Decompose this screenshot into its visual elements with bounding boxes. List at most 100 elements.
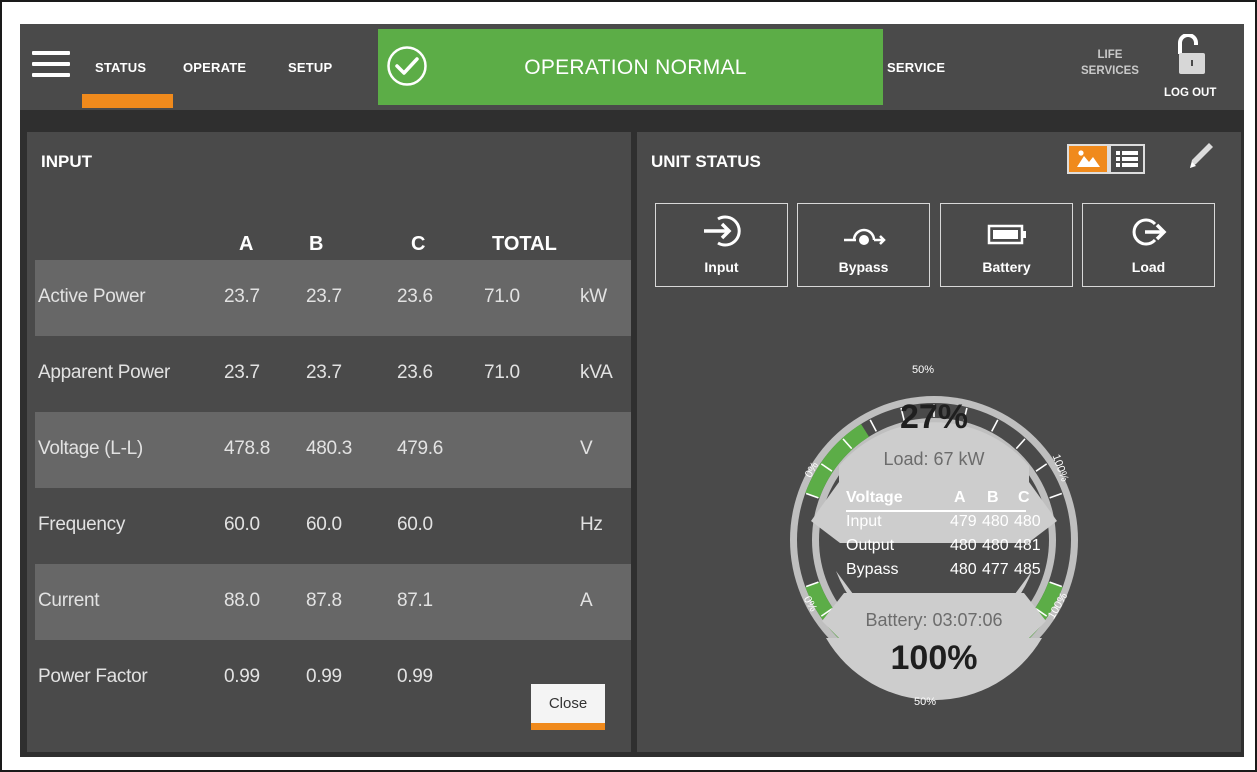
nav-service[interactable]: SERVICE	[887, 60, 945, 75]
voltage-header-label: Voltage	[846, 489, 903, 506]
graph-view-button[interactable]	[1067, 144, 1109, 174]
device-frame: STATUS OPERATE SETUP OPERATION NORMAL SE…	[0, 0, 1257, 772]
cell-b: 60.0	[306, 514, 342, 535]
voltage-header-c: C	[1018, 489, 1030, 506]
scale-label-50-bottom: 50%	[914, 696, 937, 708]
cell-b: 0.99	[306, 666, 342, 687]
panel-title: INPUT	[41, 152, 92, 171]
cell-a: 23.7	[224, 286, 260, 307]
voltage-header-b: B	[987, 489, 999, 506]
button-label: Load	[1131, 259, 1166, 275]
cell-unit: V	[580, 438, 593, 459]
voltage-c: 485	[1014, 561, 1041, 578]
list-view-icon	[1116, 151, 1138, 167]
status-text: OPERATION NORMAL	[524, 56, 747, 79]
input-arrow-icon	[704, 215, 741, 247]
input-button[interactable]: Input	[655, 203, 788, 287]
voltage-row: Input 479 480 480	[846, 513, 1041, 533]
cell-a: 0.99	[224, 666, 260, 687]
voltage-a: 479	[950, 513, 977, 530]
cell-b: 23.7	[306, 362, 342, 383]
button-label: Battery	[982, 259, 1031, 275]
menu-icon[interactable]	[32, 51, 70, 77]
voltage-b: 480	[982, 513, 1009, 530]
cell-total: 71.0	[484, 286, 520, 307]
voltage-row-label: Input	[846, 513, 882, 530]
graph-view-icon	[1077, 150, 1100, 167]
cell-c: 479.6	[397, 438, 444, 459]
scale-label-50-top: 50%	[912, 364, 935, 376]
unlocked-padlock-icon[interactable]	[1175, 34, 1207, 76]
table-row: Current 88.0 87.8 87.1 A	[35, 564, 631, 640]
cell-b: 87.8	[306, 590, 342, 611]
table-row: Voltage (L-L) 478.8 480.3 479.6 V	[35, 412, 631, 488]
cell-c: 87.1	[397, 590, 433, 611]
table-row: Apparent Power 23.7 23.7 23.6 71.0 kVA	[35, 336, 631, 412]
load-arrow-icon	[1132, 218, 1167, 246]
column-header-c: C	[411, 233, 426, 255]
load-battery-gauge: 50% 0% 100% 0% 50% 100% 27% Load: 67 kW …	[784, 346, 1084, 736]
cell-c: 60.0	[397, 514, 433, 535]
cell-a: 60.0	[224, 514, 260, 535]
load-button[interactable]: Load	[1082, 203, 1215, 287]
column-header-b: B	[309, 233, 324, 255]
nav-life-services[interactable]: LIFE SERVICES	[1070, 47, 1150, 79]
panel-title: UNIT STATUS	[651, 152, 761, 171]
row-label: Current	[38, 590, 100, 611]
bypass-button[interactable]: Bypass	[797, 203, 930, 287]
voltage-b: 477	[982, 561, 1009, 578]
cell-b: 480.3	[306, 438, 353, 459]
button-label: Input	[704, 259, 739, 275]
nav-operate[interactable]: OPERATE	[183, 60, 246, 75]
bypass-icon	[844, 228, 886, 245]
cell-total: 71.0	[484, 362, 520, 383]
row-label: Active Power	[38, 286, 146, 307]
voltage-row: Bypass 480 477 485	[846, 561, 1041, 581]
voltage-header-a: A	[954, 489, 966, 506]
voltage-b: 480	[982, 537, 1009, 554]
pencil-icon[interactable]	[1182, 136, 1218, 172]
input-panel: INPUT A B C TOTAL Active Power 23.7 23.7…	[27, 132, 631, 752]
battery-button[interactable]: Battery	[940, 203, 1073, 287]
logout-button[interactable]: LOG OUT	[1164, 87, 1216, 99]
voltage-a: 480	[950, 537, 977, 554]
battery-runtime: Battery: 03:07:06	[865, 610, 1003, 630]
row-label: Voltage (L-L)	[38, 438, 143, 459]
column-header-total: TOTAL	[492, 233, 557, 255]
battery-percent: 100%	[890, 639, 978, 677]
load-kw: Load: 67 kW	[883, 449, 985, 469]
row-label: Frequency	[38, 514, 126, 535]
view-toggle	[1067, 144, 1145, 174]
cell-a: 478.8	[224, 438, 271, 459]
voltage-a: 480	[950, 561, 977, 578]
cell-unit: kW	[580, 286, 607, 307]
cell-c: 23.6	[397, 362, 433, 383]
close-button[interactable]: Close	[531, 684, 605, 730]
unit-status-panel: UNIT STATUS Input Bypass Battery Load 50…	[637, 132, 1241, 752]
cell-a: 88.0	[224, 590, 260, 611]
load-percent: 27%	[899, 398, 969, 436]
voltage-row-label: Bypass	[846, 561, 899, 578]
voltage-c: 480	[1014, 513, 1041, 530]
table-row: Frequency 60.0 60.0 60.0 Hz	[35, 488, 631, 564]
voltage-header: Voltage A B C	[846, 489, 1030, 509]
top-bar: STATUS OPERATE SETUP OPERATION NORMAL SE…	[20, 24, 1244, 110]
cell-unit: Hz	[580, 514, 603, 535]
status-banner[interactable]: OPERATION NORMAL	[378, 29, 883, 105]
battery-icon	[987, 224, 1026, 245]
voltage-row-label: Output	[846, 537, 895, 554]
nav-setup[interactable]: SETUP	[288, 60, 332, 75]
list-view-button[interactable]	[1109, 144, 1145, 174]
row-label: Power Factor	[38, 666, 148, 687]
column-header-a: A	[239, 233, 254, 255]
button-label: Bypass	[838, 259, 889, 275]
cell-a: 23.7	[224, 362, 260, 383]
cell-c: 23.6	[397, 286, 433, 307]
cell-c: 0.99	[397, 666, 433, 687]
voltage-divider	[846, 510, 1026, 512]
voltage-c: 481	[1014, 537, 1041, 554]
ups-display: STATUS OPERATE SETUP OPERATION NORMAL SE…	[20, 24, 1244, 757]
cell-b: 23.7	[306, 286, 342, 307]
nav-status[interactable]: STATUS	[95, 60, 146, 75]
cell-unit: A	[580, 590, 593, 611]
